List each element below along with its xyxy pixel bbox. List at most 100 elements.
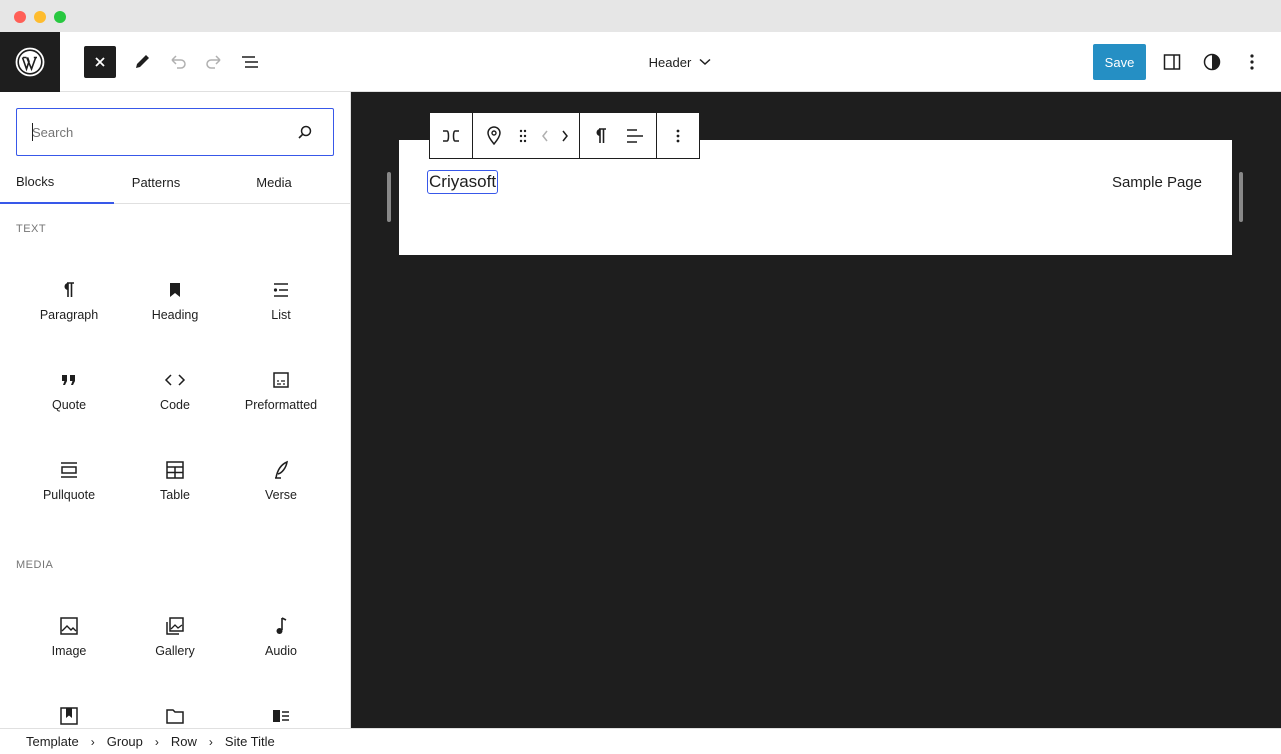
text-level-button[interactable]: [584, 113, 618, 158]
close-inserter-button[interactable]: [84, 46, 116, 78]
block-options-button[interactable]: [661, 113, 695, 158]
block-label: Quote: [51, 398, 87, 412]
block-label: List: [271, 308, 291, 322]
wordpress-icon: [15, 47, 45, 77]
paragraph-icon: [596, 127, 606, 143]
select-parent-button[interactable]: [434, 113, 468, 158]
resize-handle-left[interactable]: [387, 172, 391, 222]
window-titlebar: [0, 0, 1281, 32]
block-gallery[interactable]: Gallery: [122, 600, 228, 680]
toolbar-group-block: [473, 113, 580, 158]
block-toolbar: [429, 112, 700, 159]
resize-handle-right[interactable]: [1239, 172, 1243, 222]
save-button[interactable]: Save: [1093, 44, 1146, 80]
tab-patterns[interactable]: Patterns: [114, 160, 198, 204]
block-heading[interactable]: Heading: [122, 264, 228, 344]
list-view-icon: [242, 56, 258, 68]
editor-header: Header Save: [0, 32, 1281, 92]
toolbar-group-more: [657, 113, 699, 158]
inserter-tabs: Blocks Patterns Media: [0, 160, 350, 204]
block-type-button[interactable]: [477, 113, 511, 158]
options-button[interactable]: [1234, 44, 1270, 80]
redo-button[interactable]: [196, 44, 232, 80]
minimize-window-button[interactable]: [34, 11, 46, 23]
tab-blocks[interactable]: Blocks: [0, 160, 114, 204]
pullquote-icon: [57, 458, 81, 482]
search-input[interactable]: Search: [16, 108, 334, 156]
contrast-icon: [1203, 53, 1221, 71]
block-label: Audio: [265, 644, 297, 658]
pencil-icon: [136, 55, 149, 68]
block-audio[interactable]: Audio: [228, 600, 334, 680]
row-icon: [443, 129, 459, 142]
code-icon: [163, 368, 187, 392]
paragraph-icon: [57, 278, 81, 302]
block-label: Table: [160, 488, 190, 502]
chevron-right-icon: ›: [154, 734, 159, 749]
undo-icon: [171, 55, 186, 69]
document-title-dropdown[interactable]: Header: [600, 50, 760, 74]
align-left-icon: [627, 128, 643, 143]
section-heading-media: MEDIA: [16, 559, 54, 571]
chevron-right-icon: [562, 130, 568, 141]
block-label: Pullquote: [42, 488, 96, 502]
align-button[interactable]: [618, 113, 652, 158]
move-right-button[interactable]: [555, 113, 575, 158]
block-file[interactable]: [122, 690, 228, 728]
block-media-text[interactable]: [228, 690, 334, 728]
block-label: Heading: [151, 308, 199, 322]
document-title: Header: [648, 54, 692, 70]
chevron-right-icon: ›: [208, 734, 213, 749]
tab-media[interactable]: Media: [232, 160, 316, 204]
block-inserter-panel: Search Blocks Patterns Media TEXT Paragr…: [0, 92, 351, 728]
tools-button[interactable]: [124, 44, 160, 80]
close-window-button[interactable]: [14, 11, 26, 23]
undo-button[interactable]: [160, 44, 196, 80]
block-code[interactable]: Code: [122, 354, 228, 434]
cover-icon: [57, 704, 81, 728]
wordpress-logo-button[interactable]: [0, 32, 60, 92]
more-vertical-icon: [676, 129, 680, 142]
drag-handle[interactable]: [511, 113, 535, 158]
block-image[interactable]: Image: [16, 600, 122, 680]
sidebar-toggle-icon: [1163, 54, 1181, 70]
site-title-block[interactable]: Criyasoft: [426, 170, 499, 194]
editor-canvas: Criyasoft Sample Page: [351, 92, 1281, 728]
settings-panel-button[interactable]: [1154, 44, 1190, 80]
gallery-icon: [163, 614, 187, 638]
chevron-right-icon: ›: [90, 734, 95, 749]
styles-button[interactable]: [1194, 44, 1230, 80]
quote-icon: [57, 368, 81, 392]
block-cover[interactable]: [16, 690, 122, 728]
block-label: Gallery: [155, 644, 195, 658]
toolbar-group-format: [580, 113, 657, 158]
file-icon: [163, 704, 187, 728]
more-vertical-icon: [1250, 54, 1254, 70]
media-text-icon: [269, 704, 293, 728]
close-icon: [95, 57, 105, 67]
heading-icon: [163, 278, 187, 302]
breadcrumb-row[interactable]: Row: [171, 734, 197, 749]
nav-link-sample-page[interactable]: Sample Page: [1112, 174, 1202, 191]
block-paragraph[interactable]: Paragraph: [16, 264, 122, 344]
block-table[interactable]: Table: [122, 444, 228, 524]
preformatted-icon: [269, 368, 293, 392]
document-overview-button[interactable]: [232, 44, 268, 80]
list-icon: [269, 278, 293, 302]
block-label: Verse: [265, 488, 297, 502]
image-icon: [57, 614, 81, 638]
zoom-window-button[interactable]: [54, 11, 66, 23]
map-marker-icon: [487, 125, 501, 145]
block-quote[interactable]: Quote: [16, 354, 122, 434]
audio-icon: [269, 614, 293, 638]
block-pullquote[interactable]: Pullquote: [16, 444, 122, 524]
table-icon: [163, 458, 187, 482]
drag-handle-icon: [519, 129, 527, 142]
block-label: Image: [51, 644, 87, 658]
breadcrumb-template[interactable]: Template: [26, 734, 79, 749]
block-preformatted[interactable]: Preformatted: [228, 354, 334, 434]
block-verse[interactable]: Verse: [228, 444, 334, 524]
breadcrumb-group[interactable]: Group: [107, 734, 143, 749]
move-left-button[interactable]: [535, 113, 555, 158]
block-list[interactable]: List: [228, 264, 334, 344]
